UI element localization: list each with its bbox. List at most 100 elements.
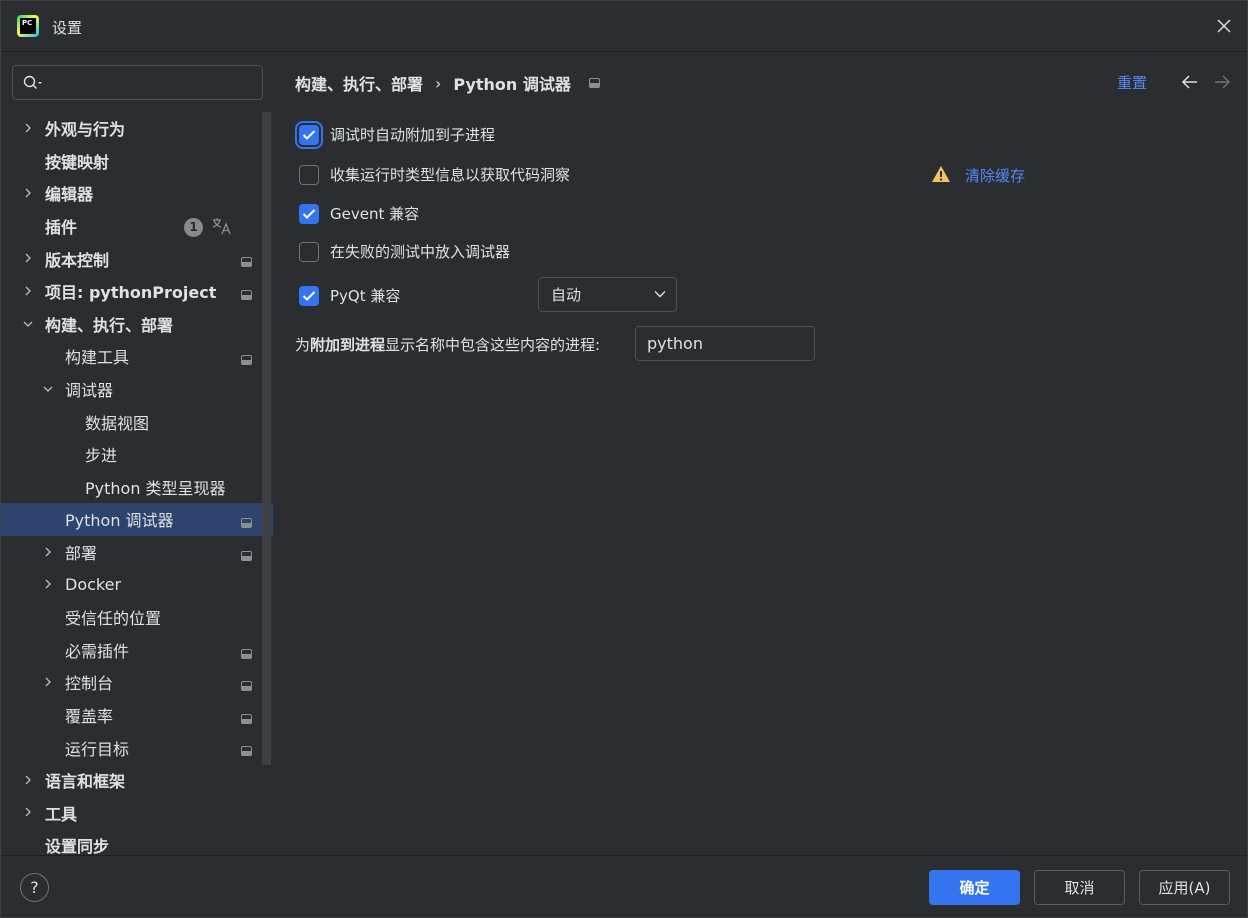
checkmark-icon <box>302 208 316 219</box>
process-filter-bold: 附加到进程 <box>310 336 386 354</box>
sidebar-item[interactable]: Docker <box>1 568 273 601</box>
translate-icon <box>212 217 232 239</box>
chevron-right-icon[interactable] <box>21 121 35 135</box>
sidebar-item[interactable]: 语言和框架 <box>1 764 273 797</box>
settings-sidebar: 外观与行为按键映射编辑器 插件 1 版本控制项目: pythonProject 构建、执… <box>1 52 273 856</box>
sidebar-item[interactable]: Python 类型呈现器 <box>1 471 273 504</box>
sidebar-item-label: 项目: pythonProject <box>45 283 217 303</box>
sidebar-item-label: 设置同步 <box>45 837 110 857</box>
logo-text: PC <box>20 18 36 34</box>
project-level-icon <box>241 351 252 370</box>
forward-button[interactable] <box>1213 74 1231 94</box>
settings-search[interactable] <box>12 65 263 100</box>
sidebar-item-label: Docker <box>65 575 122 595</box>
sidebar-item-label: 调试器 <box>65 381 114 401</box>
sidebar-item-label: 控制台 <box>65 674 114 694</box>
sidebar-item[interactable]: 工具 <box>1 796 273 829</box>
sidebar-item[interactable]: 项目: pythonProject <box>1 275 273 308</box>
collect-types-option: 收集运行时类型信息以获取代码洞察 <box>299 164 570 185</box>
project-level-icon <box>241 547 252 566</box>
process-filter-suffix: 显示名称中包含这些内容的进程: <box>385 336 601 354</box>
project-level-icon <box>241 742 252 761</box>
project-level-icon <box>588 77 600 88</box>
sidebar-item-label: 构建工具 <box>65 348 130 368</box>
sidebar-item[interactable]: 构建工具 <box>1 340 273 373</box>
settings-window: PC 设置 外观与行为按键映射编辑器 插件 1 版本控制项目: pythonProje… <box>0 0 1248 918</box>
sidebar-item[interactable]: 版本控制 <box>1 242 273 275</box>
sidebar-item-label: 步进 <box>85 446 118 466</box>
sidebar-item[interactable]: 设置同步 <box>1 829 273 862</box>
sidebar-item[interactable]: 控制台 <box>1 666 273 699</box>
project-level-icon <box>241 514 252 533</box>
sidebar-item[interactable]: 调试器 <box>1 373 273 406</box>
chevron-right-icon[interactable] <box>41 675 55 689</box>
sidebar-item-label: 语言和框架 <box>45 772 126 792</box>
sidebar-item[interactable]: Python 调试器 <box>1 503 273 536</box>
sidebar-item[interactable]: 数据视图 <box>1 405 273 438</box>
checkmark-icon <box>302 129 316 140</box>
chevron-right-icon[interactable] <box>21 284 35 298</box>
breadcrumb-parent[interactable]: 构建、执行、部署 <box>295 71 423 95</box>
sidebar-item[interactable]: 外观与行为 <box>1 112 273 145</box>
sidebar-item-label: 外观与行为 <box>45 120 126 140</box>
sidebar-item[interactable]: 按键映射 <box>1 145 273 178</box>
sidebar-item[interactable]: 构建、执行、部署 <box>1 308 273 341</box>
apply-button[interactable]: 应用(A) <box>1139 870 1230 905</box>
attach-subprocess-option: 调试时自动附加到子进程 <box>299 124 495 145</box>
back-button[interactable] <box>1181 74 1199 94</box>
chevron-right-icon[interactable] <box>41 545 55 559</box>
chevron-down-icon[interactable] <box>21 317 35 331</box>
pyqt-option: PyQt 兼容 <box>299 285 400 306</box>
gevent-label: Gevent 兼容 <box>330 205 420 223</box>
pyqt-label: PyQt 兼容 <box>330 287 401 305</box>
help-button[interactable]: ? <box>20 873 49 902</box>
arrow-right-icon <box>1215 75 1231 89</box>
sidebar-item-label: 构建、执行、部署 <box>45 315 174 335</box>
reset-link[interactable]: 重置 <box>1117 72 1147 93</box>
drop-into-debugger-checkbox[interactable] <box>299 241 319 262</box>
sidebar-item[interactable]: 覆盖率 <box>1 699 273 732</box>
chevron-right-icon[interactable] <box>21 251 35 265</box>
sidebar-item[interactable]: 运行目标 <box>1 731 273 764</box>
sidebar-item[interactable]: 受信任的位置 <box>1 601 273 634</box>
pyqt-checkbox[interactable] <box>299 285 319 306</box>
sidebar-item[interactable]: 步进 <box>1 438 273 471</box>
sidebar-item[interactable]: 必需插件 <box>1 634 273 667</box>
sidebar-item-label: 覆盖率 <box>65 706 114 726</box>
close-button[interactable] <box>1211 13 1237 39</box>
breadcrumb-separator: › <box>435 73 442 93</box>
sidebar-item-label: 按键映射 <box>45 152 110 172</box>
collect-types-label: 收集运行时类型信息以获取代码洞察 <box>330 166 571 184</box>
chevron-right-icon[interactable] <box>21 773 35 787</box>
sidebar-item-label: 工具 <box>45 804 78 824</box>
chevron-right-icon[interactable] <box>41 577 55 591</box>
project-level-icon <box>241 253 252 272</box>
collect-types-checkbox[interactable] <box>299 164 319 185</box>
drop-into-debugger-option: 在失败的测试中放入调试器 <box>299 241 510 262</box>
sidebar-item-label: 受信任的位置 <box>65 609 162 629</box>
sidebar-scrollbar[interactable] <box>262 112 271 765</box>
drop-into-debugger-label: 在失败的测试中放入调试器 <box>330 243 511 261</box>
ok-button[interactable]: 确定 <box>929 870 1020 905</box>
chevron-right-icon[interactable] <box>21 186 35 200</box>
checkmark-icon <box>302 290 316 301</box>
chevron-right-icon[interactable] <box>21 805 35 819</box>
chevron-down-icon[interactable] <box>41 382 55 396</box>
settings-content: 构建、执行、部署 › Python 调试器 重置 调试时自动附加到子进程 收集运… <box>273 52 1248 855</box>
sidebar-item[interactable]: 插件 1 <box>1 210 273 243</box>
search-input[interactable] <box>49 74 249 91</box>
clear-cache-link[interactable]: 清除缓存 <box>965 165 1025 186</box>
sidebar-item[interactable]: 部署 <box>1 536 273 569</box>
attach-subprocess-label: 调试时自动附加到子进程 <box>330 126 496 144</box>
process-filter-input[interactable] <box>635 326 815 361</box>
pyqt-mode-value: 自动 <box>551 286 582 304</box>
gevent-checkbox[interactable] <box>299 203 319 224</box>
pyqt-mode-select[interactable]: 自动 <box>538 277 677 312</box>
cancel-button[interactable]: 取消 <box>1034 870 1125 905</box>
title-bar: PC 设置 <box>1 1 1247 51</box>
sidebar-item[interactable]: 编辑器 <box>1 177 273 210</box>
chevron-down-icon <box>654 291 666 298</box>
attach-subprocess-checkbox[interactable] <box>299 124 319 145</box>
gevent-option: Gevent 兼容 <box>299 203 419 224</box>
footer-divider <box>1 855 1247 856</box>
